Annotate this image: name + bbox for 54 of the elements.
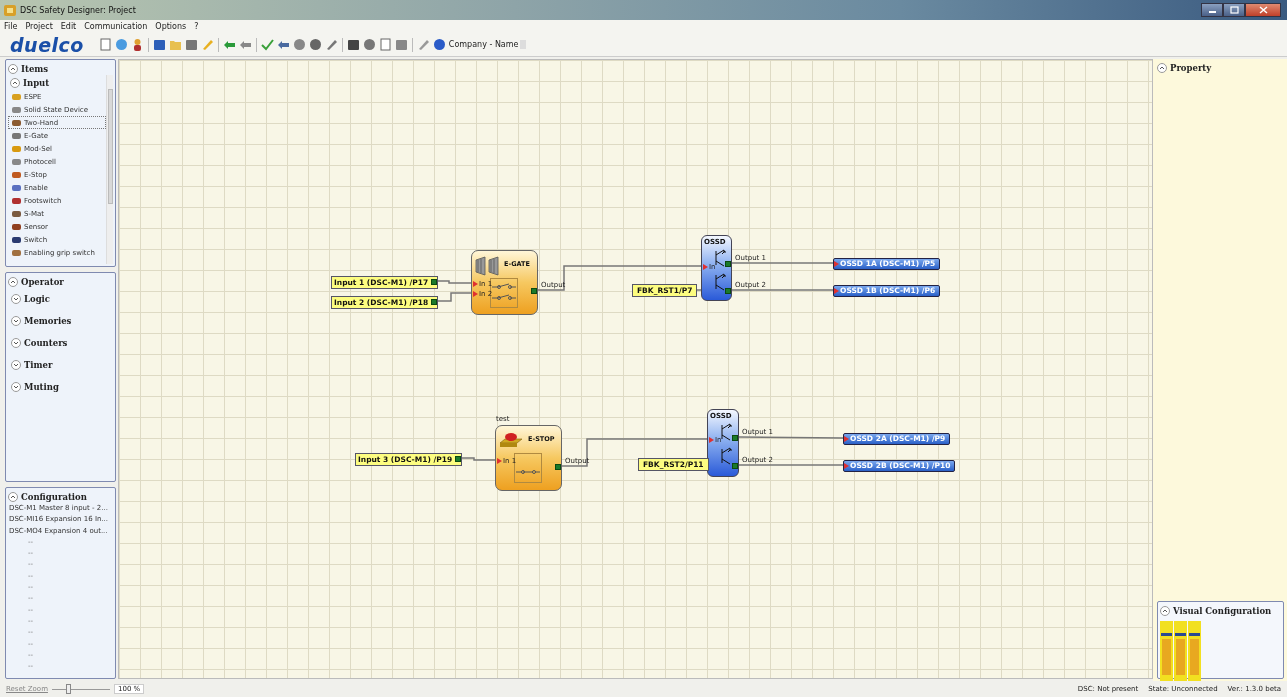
collapse-icon[interactable] [8,276,18,287]
group-title[interactable]: Counters [24,338,68,348]
group-title: Input [23,77,50,88]
output-terminal [732,435,738,441]
menu-item[interactable]: File [4,22,18,31]
gate-icon [475,256,501,276]
collapse-icon[interactable] [8,63,18,74]
panel-title: Items [21,63,49,74]
menu-item[interactable]: Project [25,22,53,31]
maximize-button[interactable] [1223,3,1245,17]
collapse-icon[interactable] [1157,62,1167,73]
panel-title: Operator [21,276,64,287]
group-title[interactable]: Muting [24,382,59,392]
close-button[interactable] [1245,3,1281,17]
expand-icon[interactable] [11,382,21,392]
menu-item[interactable]: Edit [60,22,77,31]
safety-modules-drawing [1160,621,1202,683]
menu-item[interactable]: Options [155,22,187,31]
close-icon [1258,6,1268,14]
switch-contact-icon [514,453,542,483]
app-icon [4,4,16,16]
new-document-icon[interactable] [98,38,112,51]
group-title[interactable]: Timer [24,360,53,370]
logo: duelco [10,33,84,56]
zoom-slider[interactable] [51,683,110,695]
panel-title: Configuration [21,491,87,502]
panel-title: Property [1170,62,1212,73]
collapse-icon[interactable] [1160,605,1170,616]
expand-icon[interactable] [11,294,21,304]
window-title: DSC Safety Designer: Project [20,5,136,15]
expand-icon[interactable] [11,316,21,326]
save-icon[interactable] [152,38,166,51]
output-terminal [725,261,731,267]
expand-icon[interactable] [11,360,21,370]
group-title[interactable]: Memories [24,316,72,326]
output-terminal [732,463,738,469]
output-terminal [531,288,537,294]
collapse-icon[interactable] [10,77,20,88]
checkmark-icon[interactable] [260,38,274,51]
output-terminal [555,464,561,470]
help-icon[interactable] [432,38,446,51]
maximize-icon [1229,6,1239,14]
minimize-button[interactable] [1201,3,1223,17]
switch-contact-icon [490,278,518,308]
scrollbar[interactable] [106,75,113,264]
company-name-field[interactable]: Company - Name [448,40,527,49]
expand-icon[interactable] [11,338,21,348]
menu-item[interactable]: Communication [84,22,148,31]
group-title[interactable]: Logic [24,294,50,304]
collapse-icon[interactable] [8,491,18,502]
output-terminal [725,288,731,294]
menu-item[interactable]: ? [194,22,199,31]
panel-title: Visual Configuration [1173,605,1272,616]
emergency-stop-icon [499,431,523,449]
